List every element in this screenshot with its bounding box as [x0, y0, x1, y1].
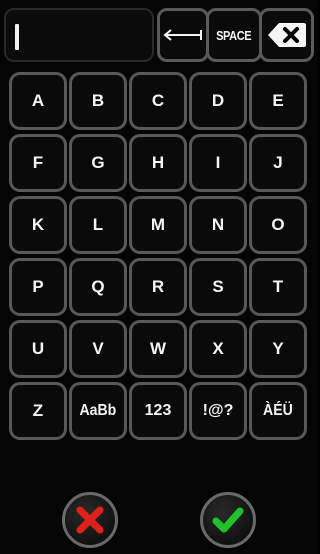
- key-y[interactable]: Y: [249, 320, 307, 378]
- key-e[interactable]: E: [249, 72, 307, 130]
- key-q[interactable]: Q: [69, 258, 127, 316]
- space-key-label: SPACE: [216, 27, 252, 43]
- key-j[interactable]: J: [249, 134, 307, 192]
- backspace-key[interactable]: [259, 8, 314, 62]
- numbers-key[interactable]: 123: [129, 382, 187, 440]
- key-x[interactable]: X: [189, 320, 247, 378]
- key-l[interactable]: L: [69, 196, 127, 254]
- key-d[interactable]: D: [189, 72, 247, 130]
- key-c[interactable]: C: [129, 72, 187, 130]
- key-g[interactable]: G: [69, 134, 127, 192]
- key-w[interactable]: W: [129, 320, 187, 378]
- left-right-arrow-icon: [163, 29, 202, 41]
- cursor-move-key[interactable]: [157, 8, 209, 62]
- cancel-button[interactable]: [62, 492, 118, 548]
- key-v[interactable]: V: [69, 320, 127, 378]
- text-input-field[interactable]: [4, 8, 154, 62]
- accents-key[interactable]: ÀÉÜ: [249, 382, 307, 440]
- key-n[interactable]: N: [189, 196, 247, 254]
- keyboard-top-row: SPACE: [4, 6, 314, 64]
- backspace-icon: [267, 23, 306, 47]
- symbols-key[interactable]: !@?: [189, 382, 247, 440]
- key-b[interactable]: B: [69, 72, 127, 130]
- key-k[interactable]: K: [9, 196, 67, 254]
- on-screen-keyboard: SPACE A B C D E F G H I J K L M N O P Q …: [0, 0, 318, 554]
- space-key[interactable]: SPACE: [206, 8, 262, 62]
- key-t[interactable]: T: [249, 258, 307, 316]
- x-icon: [76, 506, 104, 534]
- key-a[interactable]: A: [9, 72, 67, 130]
- key-z[interactable]: Z: [9, 382, 67, 440]
- key-r[interactable]: R: [129, 258, 187, 316]
- key-f[interactable]: F: [9, 134, 67, 192]
- text-cursor: [15, 24, 19, 50]
- key-m[interactable]: M: [129, 196, 187, 254]
- key-i[interactable]: I: [189, 134, 247, 192]
- key-s[interactable]: S: [189, 258, 247, 316]
- check-icon: [212, 507, 244, 533]
- key-grid: A B C D E F G H I J K L M N O P Q R S T …: [9, 72, 309, 440]
- key-p[interactable]: P: [9, 258, 67, 316]
- key-u[interactable]: U: [9, 320, 67, 378]
- key-o[interactable]: O: [249, 196, 307, 254]
- case-toggle-key[interactable]: AaBb: [69, 382, 127, 440]
- key-h[interactable]: H: [129, 134, 187, 192]
- confirm-button[interactable]: [200, 492, 256, 548]
